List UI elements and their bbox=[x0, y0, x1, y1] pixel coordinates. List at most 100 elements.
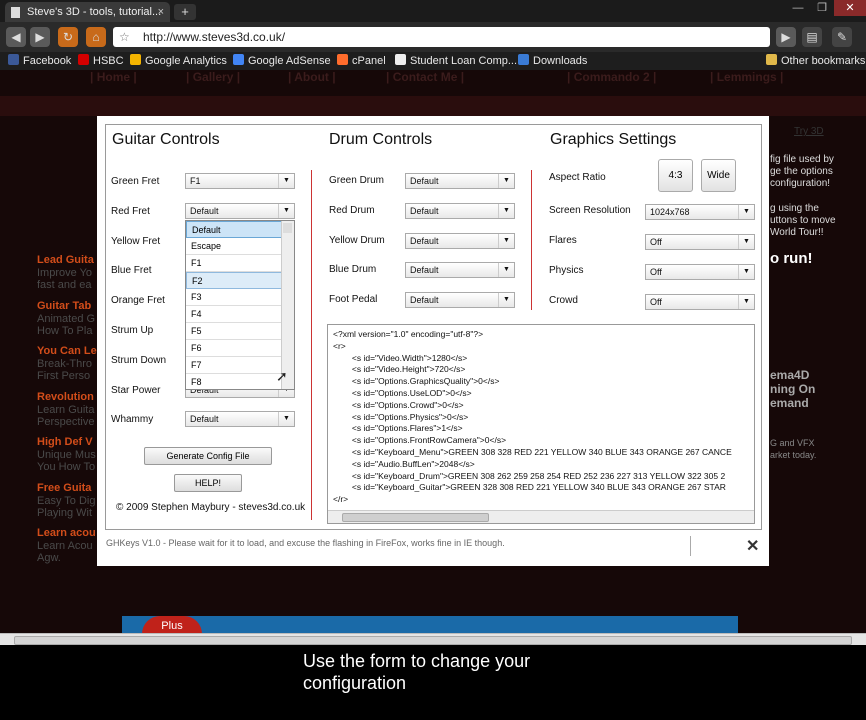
graphics-select-value: 1024x768 bbox=[650, 207, 690, 217]
status-text: GHKeys V1.0 - Please wait for it to load… bbox=[106, 538, 505, 548]
address-bar[interactable]: ☆ http://www.steves3d.co.uk/ bbox=[113, 27, 770, 47]
dropdown-option[interactable]: F8 bbox=[186, 374, 283, 389]
bookmark-label: cPanel bbox=[352, 55, 386, 67]
bookmark-4[interactable]: cPanel bbox=[337, 52, 386, 70]
go-icon[interactable]: ▶ bbox=[776, 27, 796, 47]
page-favicon-icon bbox=[11, 7, 20, 18]
guitar-select-value: F1 bbox=[190, 176, 201, 186]
graphics-select[interactable]: 1024x768 ▼ bbox=[645, 204, 755, 220]
guitar-select[interactable]: F1 ▼ bbox=[185, 173, 295, 189]
window-scroll-thumb[interactable] bbox=[14, 636, 852, 645]
tab-close-icon[interactable]: × bbox=[158, 2, 164, 22]
xml-horizontal-scrollbar[interactable] bbox=[328, 510, 754, 523]
aspect-wide-button[interactable]: Wide bbox=[701, 159, 736, 192]
bookmark-3[interactable]: Google AdSense bbox=[233, 52, 331, 70]
page-menu-icon[interactable]: ▤ bbox=[802, 27, 822, 47]
window-close-icon[interactable]: ✕ bbox=[834, 0, 866, 16]
chevron-down-icon: ▼ bbox=[278, 174, 294, 188]
side-link-text: Animated G bbox=[37, 312, 96, 325]
bookmark-5[interactable]: Student Loan Comp... bbox=[395, 52, 517, 70]
browser-tab[interactable]: Steve's 3D - tools, tutorial... × bbox=[5, 2, 170, 22]
drum-select[interactable]: Default ▼ bbox=[405, 232, 515, 249]
dropdown-option[interactable]: Default bbox=[186, 221, 283, 238]
drum-row-label: Foot Pedal bbox=[329, 294, 378, 306]
side-link-title[interactable]: Free Guita bbox=[37, 482, 91, 494]
bookmark-star-icon[interactable]: ☆ bbox=[119, 27, 130, 47]
reload-icon[interactable]: ↻ bbox=[58, 27, 78, 47]
bookmark-1[interactable]: HSBC bbox=[78, 52, 124, 70]
site-nav-item[interactable]: | Contact Me | bbox=[386, 70, 464, 84]
dropdown-option[interactable]: F5 bbox=[186, 323, 283, 340]
folder-icon bbox=[766, 54, 777, 65]
xml-scroll-thumb[interactable] bbox=[342, 513, 489, 522]
drum-select[interactable]: Default ▼ bbox=[405, 262, 515, 279]
graphics-select[interactable]: Off ▼ bbox=[645, 264, 755, 280]
side-link-title[interactable]: Guitar Tab bbox=[37, 300, 91, 312]
guitar-select-value: Default bbox=[190, 205, 219, 216]
new-tab-button[interactable]: + bbox=[174, 4, 196, 20]
chevron-down-icon: ▼ bbox=[738, 205, 754, 219]
side-link-title[interactable]: High Def V bbox=[37, 436, 93, 448]
site-nav-item[interactable]: | Commando 2 | bbox=[567, 70, 656, 84]
right-run-text: o run! bbox=[770, 250, 813, 267]
dropdown-option[interactable]: F7 bbox=[186, 357, 283, 374]
guitar-select[interactable]: Default ▼ bbox=[185, 411, 295, 428]
right-text-line: configuration! bbox=[770, 178, 831, 189]
dropdown-option[interactable]: Escape bbox=[186, 238, 283, 255]
xml-line: <s id="Options.FrontRowCamera">0</s> bbox=[333, 435, 507, 446]
guitar-select[interactable]: Default ▼ bbox=[185, 202, 295, 219]
site-nav-item[interactable]: | Gallery | bbox=[186, 70, 240, 84]
guitar-row-label: Strum Down bbox=[111, 354, 167, 366]
forward-icon[interactable]: ▶ bbox=[30, 27, 50, 47]
chevron-down-icon: ▼ bbox=[278, 203, 294, 218]
dropdown-scroll-thumb[interactable] bbox=[283, 223, 292, 233]
bookmark-6[interactable]: Downloads bbox=[518, 52, 587, 70]
side-link-title[interactable]: Learn acou bbox=[37, 527, 96, 539]
graphics-select[interactable]: Off ▼ bbox=[645, 234, 755, 250]
dropdown-option[interactable]: F1 bbox=[186, 255, 283, 272]
bookmark-2[interactable]: Google Analytics bbox=[130, 52, 227, 70]
footer-divider bbox=[690, 536, 691, 556]
try-3d-link[interactable]: Try 3D bbox=[794, 126, 824, 137]
site-nav-item[interactable]: | About | bbox=[288, 70, 336, 84]
minimize-icon[interactable]: — bbox=[786, 0, 810, 16]
bookmark-label: Google AdSense bbox=[248, 55, 331, 67]
dropdown-scrollbar[interactable] bbox=[281, 221, 294, 389]
maximize-icon[interactable]: ❐ bbox=[810, 0, 834, 16]
other-bookmarks[interactable]: Other bookmarks bbox=[766, 52, 865, 70]
bookmark-label: Facebook bbox=[23, 55, 72, 67]
wrench-menu-icon[interactable]: ✎ bbox=[832, 27, 852, 47]
drum-row-label: Red Drum bbox=[329, 204, 375, 216]
back-icon[interactable]: ◀ bbox=[6, 27, 26, 47]
site-nav-item[interactable]: | Home | bbox=[90, 70, 137, 84]
dropdown-option[interactable]: F2 bbox=[186, 272, 283, 289]
drum-select[interactable]: Default ▼ bbox=[405, 202, 515, 219]
side-link-title[interactable]: Revolution bbox=[37, 391, 94, 403]
side-link-text: Playing Wit bbox=[37, 506, 93, 519]
xml-line: <s id="Video.Height">720</s> bbox=[333, 364, 466, 375]
help-button[interactable]: HELP! bbox=[174, 474, 242, 492]
dropdown-option[interactable]: F4 bbox=[186, 306, 283, 323]
home-icon[interactable]: ⌂ bbox=[86, 27, 106, 47]
dialog-close-icon[interactable]: ✕ bbox=[746, 536, 759, 556]
site-nav-item[interactable]: | Lemmings | bbox=[710, 70, 783, 84]
guitar-row-label: Green Fret bbox=[111, 176, 160, 187]
drum-select[interactable]: Default ▼ bbox=[405, 292, 515, 309]
side-link-text: Break-Thro bbox=[37, 358, 93, 370]
side-link-title[interactable]: Lead Guita bbox=[37, 254, 94, 266]
banner-ad[interactable]: Plus bbox=[122, 616, 738, 634]
side-link-text: Agw. bbox=[37, 552, 61, 564]
drum-select[interactable]: Default ▼ bbox=[405, 173, 515, 189]
graphics-select[interactable]: Off ▼ bbox=[645, 294, 755, 310]
generate-config-button[interactable]: Generate Config File bbox=[144, 447, 272, 465]
dropdown-option[interactable]: F3 bbox=[186, 289, 283, 306]
bookmark-0[interactable]: Facebook bbox=[8, 52, 71, 70]
aspect-43-button[interactable]: 4:3 bbox=[658, 159, 693, 192]
drum-controls-title: Drum Controls bbox=[329, 131, 433, 148]
side-link-text: Perspective bbox=[37, 415, 95, 428]
dropdown-option[interactable]: F6 bbox=[186, 340, 283, 357]
config-xml-output[interactable]: <?xml version="1.0" encoding="utf-8"?> <r… bbox=[327, 324, 755, 524]
side-link-title[interactable]: You Can Le bbox=[37, 345, 97, 357]
red-fret-dropdown-list[interactable]: Default Escape F1 F2 F3 F4 F5 F6 F7 F8 bbox=[185, 220, 295, 390]
drum-select-value: Default bbox=[410, 295, 439, 306]
